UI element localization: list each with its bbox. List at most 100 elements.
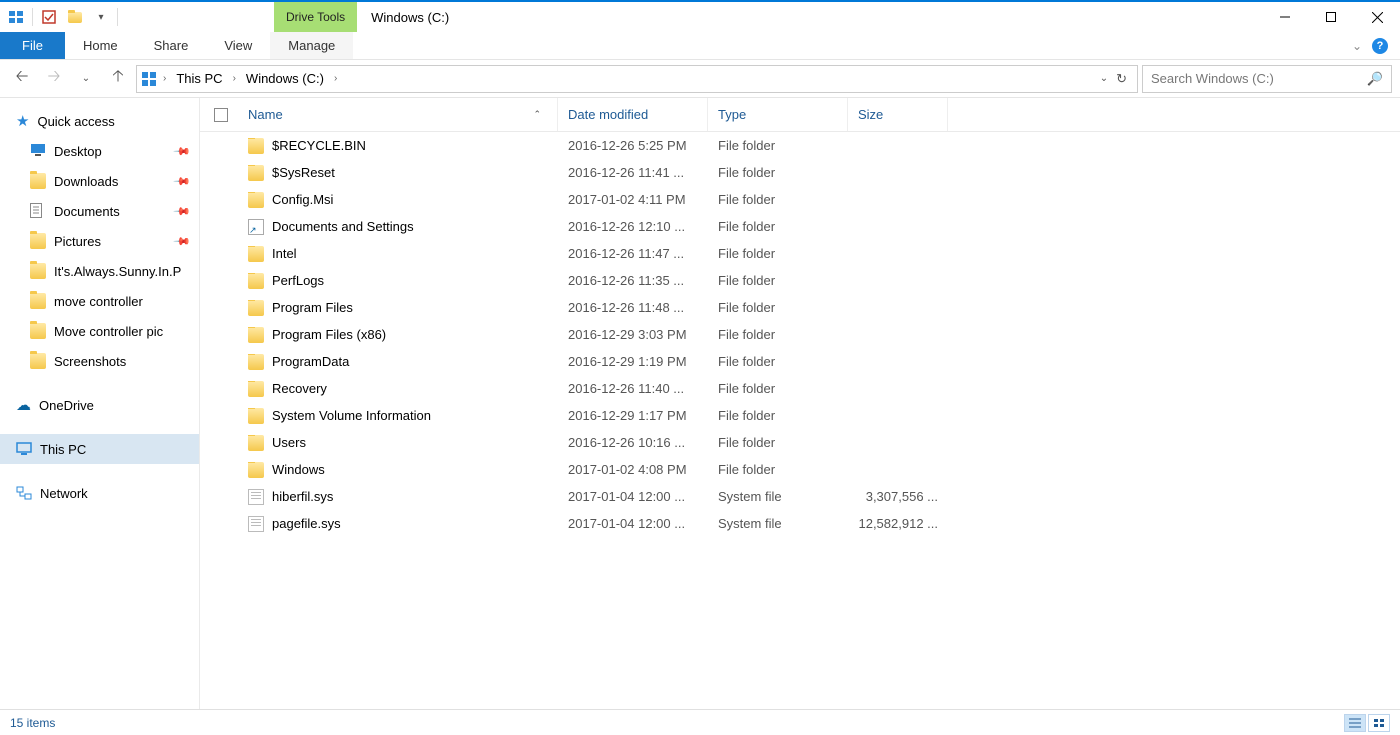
file-row[interactable]: System Volume Information2016-12-29 1:17… [200,402,1400,429]
contextual-tab-label: Drive Tools [274,2,357,32]
folder-icon [30,293,46,309]
file-row[interactable]: Recovery2016-12-26 11:40 ...File folder [200,375,1400,402]
sidebar-item[interactable]: Desktop📌 [0,136,199,166]
quick-access-toolbar: ▾ [0,2,124,32]
details-view-button[interactable] [1344,714,1366,732]
ribbon-expand-icon[interactable]: ⌄ [1352,39,1362,53]
column-header-name[interactable]: Name ⌃ [238,98,558,131]
file-name: Documents and Settings [272,219,414,234]
sort-ascending-icon: ⌃ [533,109,541,120]
sidebar-onedrive[interactable]: ☁ OneDrive [0,390,199,420]
qat-dropdown-icon[interactable]: ▾ [89,5,113,29]
properties-icon[interactable] [37,5,61,29]
folder-icon [30,263,46,279]
file-type: File folder [708,300,848,315]
minimize-button[interactable] [1262,2,1308,32]
file-row[interactable]: ProgramData2016-12-29 1:19 PMFile folder [200,348,1400,375]
file-row[interactable]: Windows2017-01-02 4:08 PMFile folder [200,456,1400,483]
file-row[interactable]: $SysReset2016-12-26 11:41 ...File folder [200,159,1400,186]
explorer-icon[interactable] [4,5,28,29]
title-bar: ▾ Drive Tools Windows (C:) [0,0,1400,32]
file-name: Config.Msi [272,192,333,207]
tab-manage[interactable]: Manage [270,32,353,59]
view-switcher [1344,714,1390,732]
search-input[interactable]: Search Windows (C:) 🔍 [1142,65,1392,93]
breadcrumb-segment[interactable]: This PC [172,71,226,86]
tab-view[interactable]: View [206,32,270,59]
file-row[interactable]: pagefile.sys2017-01-04 12:00 ...System f… [200,510,1400,537]
file-row[interactable]: Program Files (x86)2016-12-29 3:03 PMFil… [200,321,1400,348]
forward-button[interactable]: 🡢 [40,65,68,93]
new-folder-icon[interactable] [63,5,87,29]
file-type: System file [708,489,848,504]
sidebar-network[interactable]: Network [0,478,199,508]
column-header-row: Name ⌃ Date modified Type Size [200,98,1400,132]
file-row[interactable]: Program Files2016-12-26 11:48 ...File fo… [200,294,1400,321]
tab-home[interactable]: Home [65,32,136,59]
sidebar-item-label: move controller [54,294,143,309]
column-header-size[interactable]: Size [848,98,948,131]
maximize-button[interactable] [1308,2,1354,32]
file-row[interactable]: Users2016-12-26 10:16 ...File folder [200,429,1400,456]
chevron-right-icon[interactable]: › [161,73,168,84]
file-date: 2016-12-29 3:03 PM [558,327,708,342]
file-date: 2017-01-02 4:11 PM [558,192,708,207]
file-name: hiberfil.sys [272,489,333,504]
folder-icon [248,408,264,424]
file-row[interactable]: Intel2016-12-26 11:47 ...File folder [200,240,1400,267]
file-rows: $RECYCLE.BIN2016-12-26 5:25 PMFile folde… [200,132,1400,709]
file-row[interactable]: Config.Msi2017-01-02 4:11 PMFile folder [200,186,1400,213]
tab-share[interactable]: Share [136,32,207,59]
column-header-date[interactable]: Date modified [558,98,708,131]
folder-icon [248,300,264,316]
file-type: File folder [708,327,848,342]
up-button[interactable]: 🡡 [104,65,132,93]
breadcrumb-segment[interactable]: Windows (C:) [242,71,328,86]
column-header-type[interactable]: Type [708,98,848,131]
file-row[interactable]: Documents and Settings2016-12-26 12:10 .… [200,213,1400,240]
folder-icon [248,327,264,343]
back-button[interactable]: 🡠 [8,65,36,93]
file-icon [248,516,264,532]
file-date: 2016-12-26 11:47 ... [558,246,708,261]
address-bar[interactable]: › This PC › Windows (C:) › ⌄ ↻ [136,65,1138,93]
large-icons-view-button[interactable] [1368,714,1390,732]
sidebar-item[interactable]: It's.Always.Sunny.In.P [0,256,199,286]
file-type: File folder [708,354,848,369]
file-name: Windows [272,462,325,477]
star-icon: ★ [16,112,29,130]
sidebar-item[interactable]: Pictures📌 [0,226,199,256]
chevron-right-icon[interactable]: › [231,73,238,84]
file-type: File folder [708,219,848,234]
file-row[interactable]: PerfLogs2016-12-26 11:35 ...File folder [200,267,1400,294]
file-row[interactable]: $RECYCLE.BIN2016-12-26 5:25 PMFile folde… [200,132,1400,159]
file-type: File folder [708,462,848,477]
file-row[interactable]: hiberfil.sys 2017-01-04 12:00 ...System f… [200,483,1400,510]
select-all-checkbox[interactable] [214,108,228,122]
recent-locations-icon[interactable]: ⌄ [72,65,100,93]
column-label: Type [718,107,746,122]
address-dropdown-icon[interactable]: ⌄ [1100,73,1108,84]
sidebar-item[interactable]: Move controller pic [0,316,199,346]
pin-icon: 📌 [173,232,192,251]
sidebar-item[interactable]: Documents📌 [0,196,199,226]
sidebar-item[interactable]: Screenshots [0,346,199,376]
separator [32,8,33,26]
ribbon: File Home Share View Manage ⌄ ? [0,32,1400,60]
file-type: File folder [708,273,848,288]
chevron-right-icon[interactable]: › [332,73,339,84]
sidebar-item[interactable]: Downloads📌 [0,166,199,196]
sidebar-quick-access[interactable]: ★ Quick access [0,106,199,136]
refresh-icon[interactable]: ↻ [1116,71,1127,87]
sidebar-this-pc[interactable]: This PC [0,434,199,464]
sidebar-item[interactable]: move controller [0,286,199,316]
folder-icon [248,381,264,397]
file-type: File folder [708,381,848,396]
help-icon[interactable]: ? [1372,38,1388,54]
close-button[interactable] [1354,2,1400,32]
file-tab[interactable]: File [0,32,65,59]
column-label: Size [858,107,883,122]
file-size: 3,307,556 ... [848,489,948,504]
file-date: 2017-01-04 12:00 ... [558,489,708,504]
file-date: 2016-12-26 11:40 ... [558,381,708,396]
